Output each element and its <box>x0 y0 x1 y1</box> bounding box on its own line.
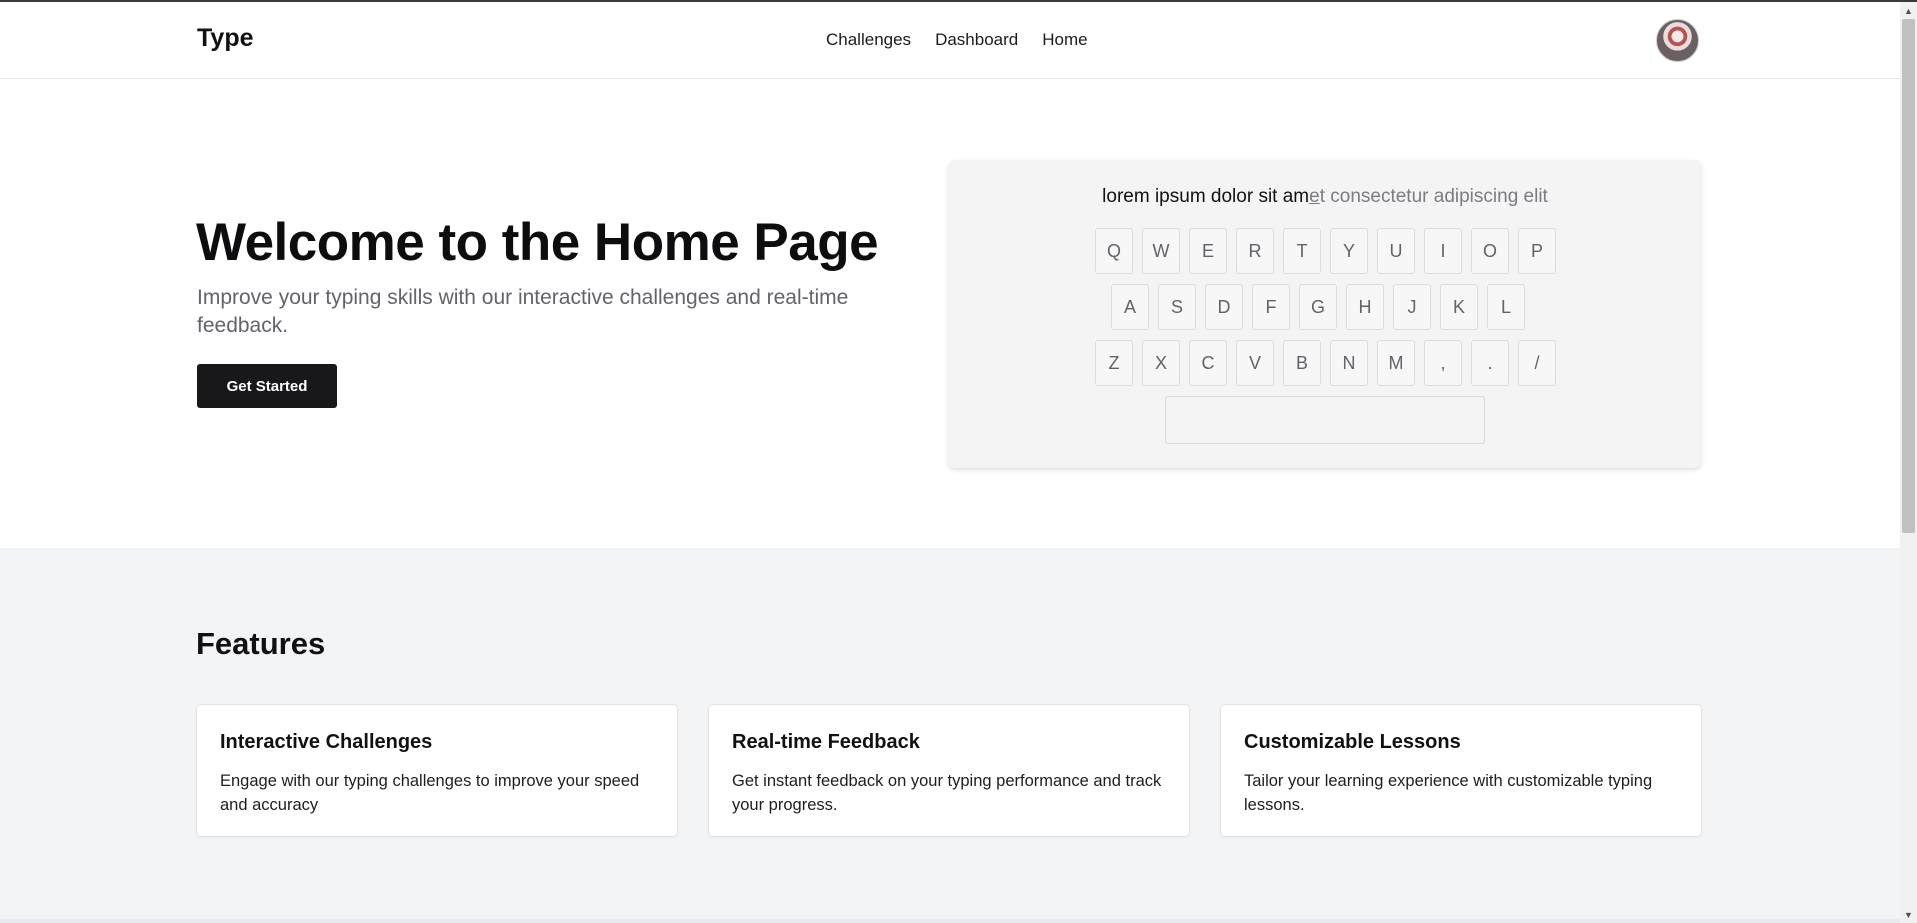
remaining-text: t consectetur adipiscing elit <box>1319 186 1548 207</box>
feature-card-title: Interactive Challenges <box>220 731 433 753</box>
keyboard-row-3: Z X C V B N M , . / <box>1095 340 1556 386</box>
key[interactable]: T <box>1283 228 1321 274</box>
feature-card-text: Engage with our typing challenges to imp… <box>220 772 640 814</box>
key[interactable]: M <box>1377 340 1415 386</box>
scrollbar-thumb[interactable] <box>1902 19 1915 533</box>
key[interactable]: Z <box>1095 340 1133 386</box>
key[interactable]: H <box>1346 284 1384 330</box>
key[interactable]: U <box>1377 228 1415 274</box>
typed-text: lorem ipsum dolor sit am <box>1102 186 1310 207</box>
key[interactable]: F <box>1252 284 1290 330</box>
feature-card-title: Real-time Feedback <box>732 731 920 753</box>
keyboard-row-2: A S D F G H J K L <box>1111 284 1525 330</box>
key[interactable]: B <box>1283 340 1321 386</box>
cursor-char: e <box>1309 186 1320 207</box>
vertical-scrollbar[interactable]: ▲ ▼ <box>1900 2 1917 923</box>
key[interactable]: Q <box>1095 228 1133 274</box>
site-header: Type Challenges Dashboard Home <box>0 2 1900 79</box>
brand-logo[interactable]: Type <box>197 24 254 53</box>
features-section: Features Interactive Challenges Engage w… <box>0 548 1900 923</box>
feature-card-customizable-lessons: Customizable Lessons Tailor your learnin… <box>1220 704 1702 837</box>
key[interactable]: R <box>1236 228 1274 274</box>
key[interactable]: Y <box>1330 228 1368 274</box>
key[interactable]: J <box>1393 284 1431 330</box>
key[interactable]: K <box>1440 284 1478 330</box>
bottom-border <box>0 919 1900 923</box>
nav-link-home[interactable]: Home <box>1042 30 1087 50</box>
scroll-up-icon[interactable]: ▲ <box>1900 2 1917 19</box>
typing-preview-card: lorem ipsum dolor sit amet consectetur a… <box>949 160 1701 468</box>
feature-card-interactive-challenges: Interactive Challenges Engage with our t… <box>196 704 678 837</box>
key[interactable]: , <box>1424 340 1462 386</box>
key[interactable]: O <box>1471 228 1509 274</box>
key[interactable]: V <box>1236 340 1274 386</box>
hero-subtitle: Improve your typing skills with our inte… <box>197 286 849 337</box>
key[interactable]: W <box>1142 228 1180 274</box>
typing-sentence: lorem ipsum dolor sit amet consectetur a… <box>949 186 1701 208</box>
feature-card-text: Tailor your learning experience with cus… <box>1244 772 1653 814</box>
key[interactable]: E <box>1189 228 1227 274</box>
hero-title: Welcome to the Home Page <box>196 213 879 272</box>
key[interactable]: D <box>1205 284 1243 330</box>
scroll-down-icon[interactable]: ▼ <box>1900 906 1917 923</box>
spacebar-key[interactable] <box>1165 396 1485 444</box>
key[interactable]: G <box>1299 284 1337 330</box>
key[interactable]: / <box>1518 340 1556 386</box>
main-nav: Challenges Dashboard Home <box>826 30 1088 50</box>
nav-link-challenges[interactable]: Challenges <box>826 30 911 50</box>
feature-card-title: Customizable Lessons <box>1244 731 1461 753</box>
features-title: Features <box>196 626 326 661</box>
key[interactable]: L <box>1487 284 1525 330</box>
key[interactable]: A <box>1111 284 1149 330</box>
feature-card-real-time-feedback: Real-time Feedback Get instant feedback … <box>708 704 1190 837</box>
key[interactable]: N <box>1330 340 1368 386</box>
feature-card-text: Get instant feedback on your typing perf… <box>732 772 1162 814</box>
keyboard-row-1: Q W E R T Y U I O P <box>1095 228 1556 274</box>
user-avatar[interactable] <box>1656 19 1699 62</box>
key[interactable]: C <box>1189 340 1227 386</box>
get-started-button[interactable]: Get Started <box>197 364 337 408</box>
key[interactable]: I <box>1424 228 1462 274</box>
key[interactable]: X <box>1142 340 1180 386</box>
key[interactable]: . <box>1471 340 1509 386</box>
nav-link-dashboard[interactable]: Dashboard <box>935 30 1018 50</box>
key[interactable]: S <box>1158 284 1196 330</box>
key[interactable]: P <box>1518 228 1556 274</box>
